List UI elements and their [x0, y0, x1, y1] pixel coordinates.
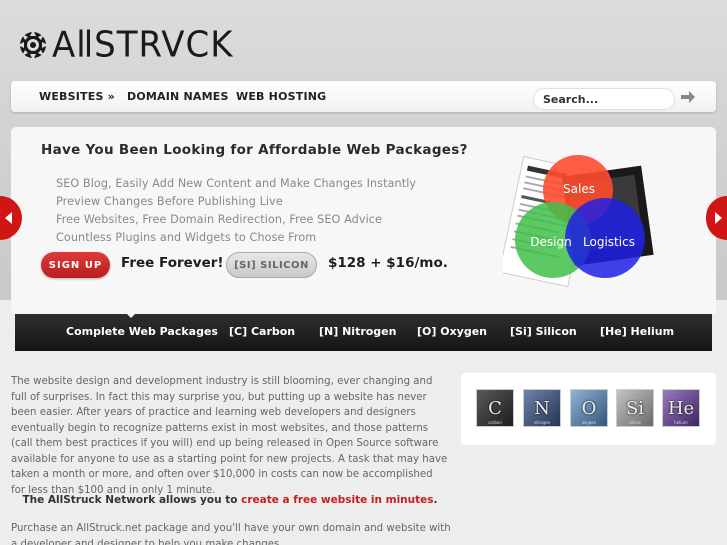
element-symbol: O	[581, 397, 597, 419]
element-symbol: C	[488, 397, 502, 419]
gear-flower-icon	[18, 30, 48, 60]
element-name: carbon	[488, 420, 502, 425]
nav-web-hosting[interactable]: WEB HOSTING	[236, 90, 326, 103]
element-name: helium	[674, 420, 688, 425]
network-callout: The AllStruck Network allows you to crea…	[0, 494, 460, 506]
element-tile-carbon[interactable]: C carbon	[476, 389, 514, 427]
nav-websites[interactable]: WEBSITES »	[39, 90, 115, 103]
create-website-link[interactable]: create a free website in minutes	[241, 494, 433, 506]
element-symbol: He	[667, 397, 695, 419]
tab-nitrogen[interactable]: [N] Nitrogen	[319, 325, 396, 338]
element-tile-silicon[interactable]: Si silicon	[616, 389, 654, 427]
feature-item: Free Websites, Free Domain Redirection, …	[56, 213, 383, 226]
free-forever-label: Free Forever!	[121, 255, 224, 271]
element-name: silicon	[628, 420, 642, 425]
venn-sales-label: Sales	[563, 182, 595, 196]
venn-diagram-illustration: Sales Design Logistics	[503, 155, 654, 288]
tab-silicon[interactable]: [Si] Silicon	[510, 325, 577, 338]
network-suffix: .	[433, 494, 438, 506]
tab-complete-web-packages[interactable]: Complete Web Packages	[66, 325, 218, 338]
arrow-right-icon[interactable]	[680, 90, 696, 104]
feature-item: SEO Blog, Easily Add New Content and Mak…	[56, 177, 417, 190]
element-symbol: N	[534, 397, 550, 419]
element-symbol: Si	[625, 397, 645, 419]
intro-paragraph: The website design and development indus…	[11, 376, 448, 496]
price-label: $128 + $16/mo.	[328, 255, 448, 271]
active-tab-pointer	[124, 311, 138, 318]
feature-item: Preview Changes Before Publishing Live	[56, 195, 283, 208]
element-tile-oxygen[interactable]: O oxygen	[570, 389, 608, 427]
element-name: nitrogen	[533, 420, 551, 425]
feature-item: Countless Plugins and Widgets to Chose F…	[56, 231, 317, 244]
hero-title: Have You Been Looking for Affordable Web…	[41, 142, 468, 158]
nav-domain-names[interactable]: DOMAIN NAMES	[127, 90, 229, 103]
signup-button[interactable]: SIGN UP	[41, 252, 110, 278]
element-name: oxygen	[581, 420, 597, 425]
venn-logistics-label: Logistics	[583, 235, 635, 249]
search-input[interactable]	[533, 88, 675, 110]
network-prefix: The AllStruck Network allows you to	[22, 494, 242, 506]
tab-carbon[interactable]: [C] Carbon	[229, 325, 295, 338]
silicon-package-button[interactable]: [SI] SILICON	[226, 252, 317, 278]
site-logo[interactable]: AllSTRVCK	[16, 22, 234, 68]
element-tile-nitrogen[interactable]: N nitrogen	[523, 389, 561, 427]
venn-design-label: Design	[530, 235, 571, 249]
brand-name: AllSTRVCK	[52, 24, 234, 66]
element-tile-helium[interactable]: He helium	[662, 389, 700, 427]
tab-oxygen[interactable]: [O] Oxygen	[417, 325, 487, 338]
feature-list: SEO Blog, Easily Add New Content and Mak…	[56, 175, 416, 247]
purchase-paragraph: Purchase an AllStruck.net package and yo…	[11, 523, 451, 545]
tab-helium[interactable]: [He] Helium	[600, 325, 674, 338]
